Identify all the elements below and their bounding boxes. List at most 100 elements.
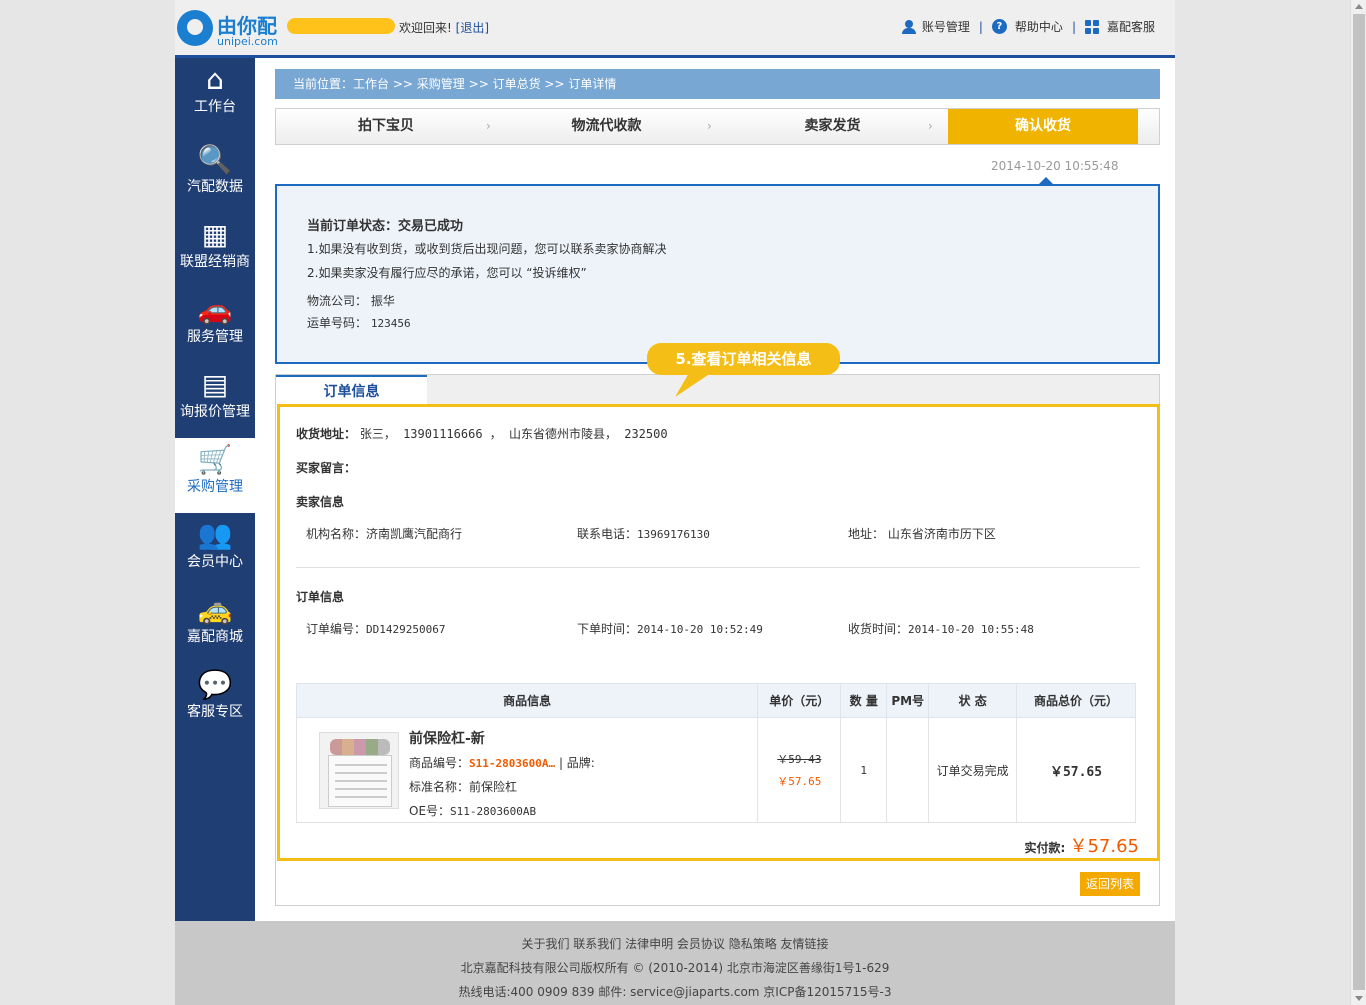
- sidebar-item-label: 服务管理: [187, 329, 243, 345]
- sidebar-item-taxi[interactable]: 🚕 嘉配商城: [175, 588, 255, 663]
- sidebar-item-search[interactable]: 🔍 汽配数据: [175, 138, 255, 213]
- status-cell: 订单交易完成: [928, 717, 1018, 823]
- order-info-heading: 订单信息: [296, 590, 345, 604]
- breadcrumb-item-workbench[interactable]: 工作台: [353, 77, 389, 91]
- tracking-label: 运单号码：: [307, 316, 368, 330]
- step-timestamp: 2014-10-20 10:55:48: [991, 159, 1119, 173]
- product-image[interactable]: [319, 732, 399, 809]
- account-label: 账号管理: [921, 20, 970, 34]
- sidebar-item-home[interactable]: ⌂ 工作台: [175, 58, 255, 133]
- account-link[interactable]: 账号管理: [901, 18, 970, 35]
- sidebar-item-members[interactable]: 👥 会员中心: [175, 513, 255, 588]
- car-icon: 🚗: [197, 292, 233, 326]
- tutorial-callout: 5.查看订单相关信息: [647, 343, 840, 375]
- scroll-down-icon[interactable]: [1355, 996, 1363, 1001]
- logistics-label: 物流公司：: [307, 294, 368, 308]
- footer-links[interactable]: 关于我们 联系我们 法律申明 会员协议 隐私策略 友情链接: [175, 935, 1175, 952]
- user-icon: [901, 19, 916, 34]
- sidebar-item-label: 客服专区: [187, 704, 243, 720]
- product-std-name: 标准名称：前保险杠: [409, 778, 517, 795]
- phone-value: 13969176130: [637, 528, 710, 541]
- status-hint-2: 2.如果卖家没有履行应尽的承诺，您可以 “投诉维权”: [307, 266, 587, 280]
- price-cell: ￥59.43 ￥57.65: [757, 717, 842, 823]
- home-icon: ⌂: [206, 62, 224, 96]
- paid-value: ￥57.65: [1069, 836, 1139, 857]
- logo-icon: [177, 10, 213, 46]
- status-hint-1: 1.如果没有收到货，或收到货后出现问题，您可以联系卖家协商解决: [307, 242, 667, 256]
- logistics-company: 物流公司： 振华: [307, 292, 395, 309]
- org-value: 济南凯鹰汽配商行: [366, 527, 463, 541]
- scroll-up-icon[interactable]: [1355, 4, 1363, 9]
- tracking-value: 123456: [370, 317, 411, 330]
- col-price: 单价（元）: [757, 683, 842, 718]
- breadcrumb: 当前位置：工作台 >> 采购管理 >> 订单总货 >> 订单详情: [275, 69, 1160, 99]
- breadcrumb-item-detail: 订单详情: [568, 77, 617, 91]
- separator: |: [978, 19, 983, 34]
- scroll-thumb[interactable]: [1353, 14, 1365, 990]
- breadcrumb-sep: >>: [392, 77, 413, 91]
- org-label: 机构名称：: [306, 527, 367, 541]
- sidebar-item-cart[interactable]: 🛒 采购管理: [175, 438, 255, 513]
- product-name[interactable]: 前保险杠-新: [409, 728, 485, 748]
- breadcrumb-item-purchase[interactable]: 采购管理: [417, 77, 465, 91]
- pm-cell: [886, 717, 930, 823]
- help-label: 帮助中心: [1014, 20, 1063, 34]
- logout-link[interactable]: [退出]: [456, 21, 489, 35]
- help-link[interactable]: ? 帮助中心: [991, 18, 1063, 35]
- order-time: 下单时间：2014-10-20 10:52:49: [577, 620, 763, 637]
- footer-contact: 热线电话:400 0909 839 邮件: service@jiaparts.c…: [458, 985, 892, 999]
- sidebar-item-chat[interactable]: 💬 客服专区: [175, 663, 255, 738]
- sidebar-item-label: 采购管理: [187, 479, 243, 495]
- product-cell: 前保险杠-新 商品编号：S11-2803600A… | 品牌: 标准名称：前保险…: [295, 717, 759, 823]
- sidebar: ⌂ 工作台 🔍 汽配数据 ▦ 联盟经销商 🚗 服务管理 ▤ 询报价管理 🛒 采购管理 👥 会员中心 🚕 嘉配商…: [175, 58, 255, 921]
- sidebar-item-document[interactable]: ▤ 询报价管理: [175, 363, 255, 438]
- members-icon: 👥: [197, 517, 233, 551]
- oe-value: S11-2803600AB: [450, 805, 537, 818]
- taxi-icon: 🚕: [197, 592, 233, 626]
- step-logistics: 物流代收款: [571, 118, 642, 134]
- step-received: 确认收货: [948, 109, 1138, 144]
- chat-icon: 💬: [197, 667, 233, 701]
- step-placed: 拍下宝贝: [358, 118, 414, 134]
- buyer-message-label: 买家留言：: [296, 461, 357, 475]
- sidebar-item-building[interactable]: ▦ 联盟经销商: [175, 213, 255, 288]
- original-price: ￥59.43: [777, 753, 822, 766]
- main-content: 当前位置：工作台 >> 采购管理 >> 订单总货 >> 订单详情 拍下宝贝 › …: [275, 69, 1160, 906]
- page: 由你配 unipei.com 欢迎回来! [退出] 账号管理 | ? 帮助中心 …: [175, 0, 1175, 1005]
- recv-time-label: 收货时间：: [848, 622, 909, 636]
- status-title: 当前订单状态：交易已成功: [307, 219, 464, 234]
- col-pm: PM号: [886, 683, 930, 718]
- logo[interactable]: 由你配 unipei.com: [177, 8, 287, 50]
- sidebar-item-car[interactable]: 🚗 服务管理: [175, 288, 255, 363]
- col-qty: 数 量: [840, 683, 888, 718]
- breadcrumb-item-orders[interactable]: 订单总货: [493, 77, 541, 91]
- separator: |: [1071, 19, 1076, 34]
- std-value: 前保险杠: [469, 780, 518, 794]
- tab-bar: 订单信息: [276, 375, 1159, 405]
- col-product: 商品信息: [295, 683, 759, 718]
- vertical-scrollbar[interactable]: [1350, 0, 1366, 1005]
- brand-label: | 品牌:: [558, 756, 595, 770]
- address-label: 收货地址：: [296, 427, 357, 441]
- oe-label: OE号：: [409, 804, 451, 818]
- divider: [296, 567, 1140, 568]
- footer-copyright: 北京嘉配科技有限公司版权所有 © (2010-2014) 北京市海淀区善缘街1号…: [460, 961, 890, 975]
- order-info-panel: 订单信息 收货地址： 张三， 13901116666 ， 山东省德州市陵县， 2…: [275, 374, 1160, 906]
- tab-order-info[interactable]: 订单信息: [276, 375, 427, 405]
- status-pointer: [1037, 177, 1055, 186]
- sidebar-item-label: 会员中心: [187, 554, 243, 570]
- paid-amount: 实付款: ￥57.65: [1024, 832, 1139, 858]
- help-icon: ?: [991, 19, 1007, 34]
- order-status-box: 当前订单状态：交易已成功 1.如果没有收到货，或收到货后出现问题，您可以联系卖家…: [275, 177, 1160, 364]
- logistics-value: 振华: [370, 294, 395, 308]
- sku-label: 商品编号：: [409, 756, 470, 770]
- step-arrow-icon: ›: [928, 119, 933, 133]
- service-link[interactable]: 嘉配客服: [1084, 18, 1155, 35]
- seller-address: 地址： 山东省济南市历下区: [848, 525, 996, 542]
- sidebar-item-label: 联盟经销商: [180, 254, 250, 270]
- std-label: 标准名称：: [409, 780, 470, 794]
- back-to-list-button[interactable]: 返回列表: [1080, 872, 1140, 896]
- step-arrow-icon: ›: [707, 119, 712, 133]
- order-progress-steps: 拍下宝贝 › 物流代收款 › 卖家发货 › 确认收货: [275, 108, 1160, 145]
- sidebar-item-label: 工作台: [194, 99, 236, 115]
